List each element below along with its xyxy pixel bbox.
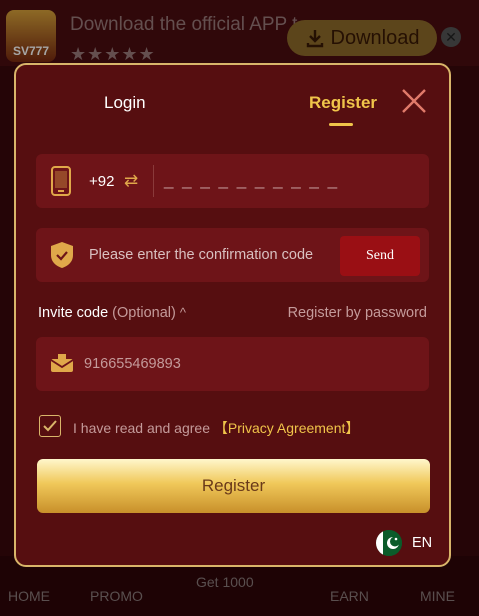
register-button[interactable]: Register: [37, 459, 430, 513]
divider: [153, 165, 154, 197]
invite-envelope-icon: [50, 354, 74, 372]
language-selector[interactable]: EN: [412, 535, 432, 551]
phone-icon: [51, 166, 71, 196]
code-input[interactable]: Please enter the confirmation code: [89, 247, 313, 263]
send-code-button[interactable]: Send: [340, 236, 420, 276]
register-by-password-link[interactable]: Register by password: [288, 305, 427, 321]
swap-icon[interactable]: ⇄: [124, 171, 138, 191]
privacy-agreement-link[interactable]: 【Privacy Agreement】: [214, 420, 360, 436]
register-modal: Login Register +92 ⇄ _ _ _ _ _ _ _ _ _ _…: [14, 63, 451, 567]
pakistan-flag-icon[interactable]: [376, 530, 402, 556]
active-tab-indicator: [329, 123, 353, 126]
phone-input[interactable]: _ _ _ _ _ _ _ _ _ _: [164, 170, 339, 190]
invite-code-label[interactable]: Invite code (Optional) ^: [38, 305, 186, 321]
chevron-up-icon: ^: [179, 305, 186, 320]
close-icon[interactable]: [400, 87, 428, 115]
confirmation-code-field[interactable]: Please enter the confirmation code Send: [36, 228, 429, 282]
invite-code-field[interactable]: 916655469893: [36, 337, 429, 391]
checkmark-icon: [43, 420, 57, 432]
shield-check-icon: [51, 242, 73, 268]
tab-login[interactable]: Login: [104, 93, 146, 113]
phone-field[interactable]: +92 ⇄ _ _ _ _ _ _ _ _ _ _: [36, 154, 429, 208]
agreement-text: I have read and agree 【Privacy Agreement…: [73, 420, 360, 436]
tab-register[interactable]: Register: [309, 93, 377, 113]
invite-code-input[interactable]: 916655469893: [84, 356, 181, 372]
agree-checkbox[interactable]: [39, 415, 61, 437]
country-code[interactable]: +92: [89, 173, 114, 190]
